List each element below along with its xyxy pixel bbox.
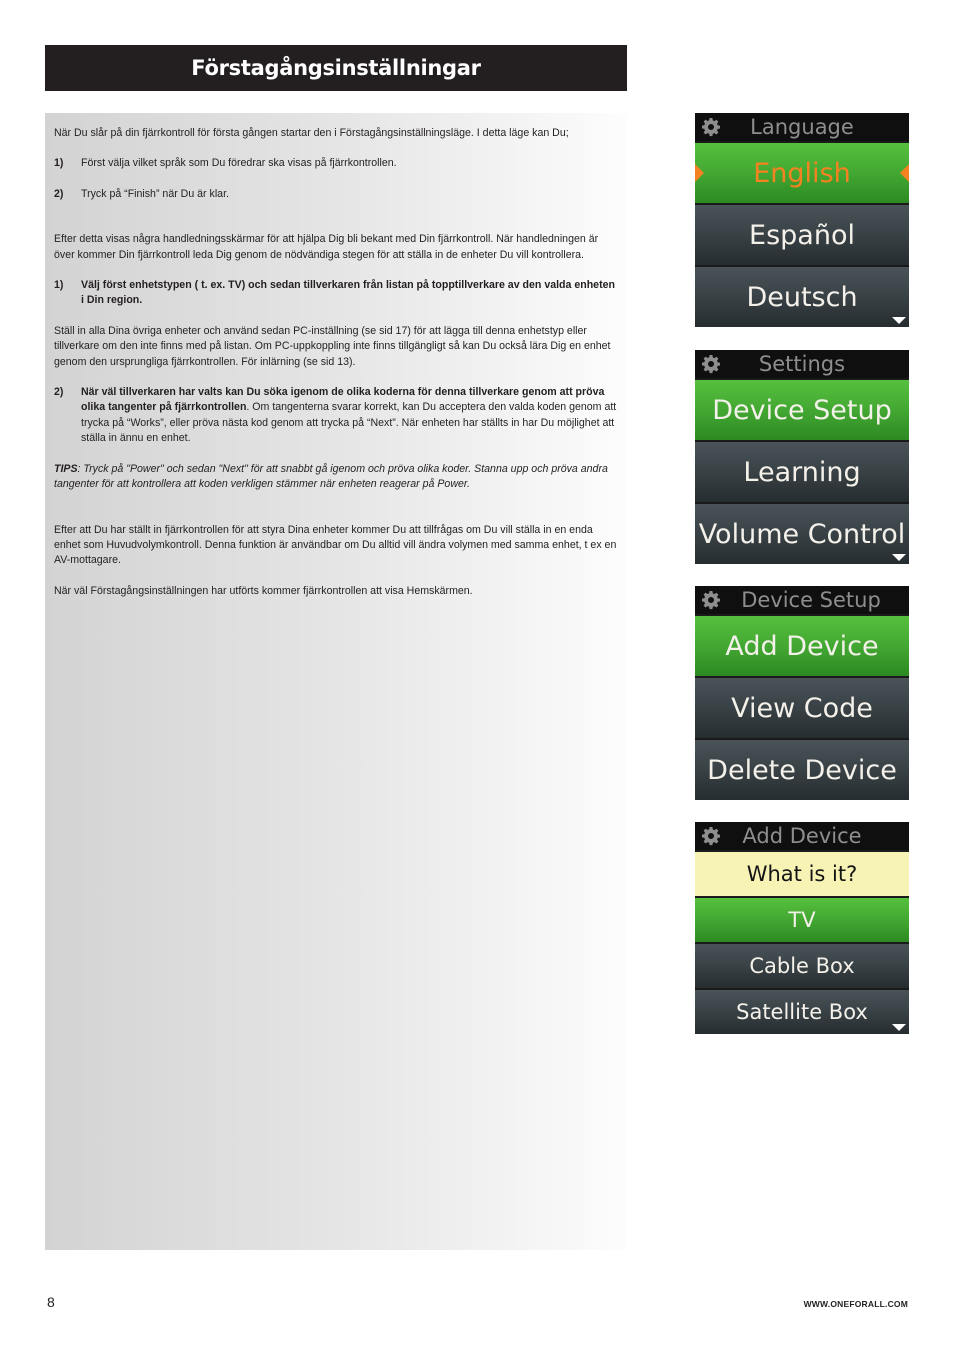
tips-label: TIPS: [54, 462, 78, 475]
menu-item-add-device[interactable]: Add Device: [695, 614, 909, 676]
screen-header: Language: [695, 113, 909, 141]
prompt-what-is-it: What is it?: [695, 850, 909, 896]
volume-paragraph: Efter att Du har ställt in fjärrkontroll…: [54, 523, 617, 567]
menu-item-label: View Code: [731, 692, 873, 724]
screen-header: Settings: [695, 350, 909, 378]
step-item: 1) Välj först enhetstypen ( t. ex. TV) o…: [54, 278, 620, 309]
menu-item-label: Volume Control: [698, 518, 906, 550]
screen-add-device: Add Device What is it? TV Cable Box Sate…: [695, 822, 909, 1034]
tips-paragraph: TIPS: Tryck på "Power" och sedan "Next" …: [54, 462, 620, 493]
menu-item-label: Learning: [743, 456, 861, 488]
selection-left-arrow-icon: [695, 164, 704, 182]
menu-item-label: Satellite Box: [736, 1000, 868, 1024]
menu-item-english[interactable]: English: [695, 141, 909, 203]
menu-item-cable-box[interactable]: Cable Box: [695, 942, 909, 988]
step-text: När väl tillverkaren har valts kan Du sö…: [81, 385, 620, 447]
menu-item-satellite-box[interactable]: Satellite Box: [695, 988, 909, 1034]
finish-paragraph: När väl Förstagångsinställningen har utf…: [54, 584, 473, 597]
screen-header: Add Device: [695, 822, 909, 850]
screen-title: Settings: [758, 352, 846, 376]
step-item: 2) När väl tillverkaren har valts kan Du…: [54, 385, 620, 447]
website-url: WWW.ONEFORALL.COM: [803, 1299, 908, 1309]
scroll-down-icon[interactable]: [892, 1024, 906, 1031]
menu-item-label: Cable Box: [749, 954, 855, 978]
menu-item-label: TV: [788, 908, 816, 932]
tutorial-paragraph: Efter detta visas några handledningsskär…: [54, 233, 599, 261]
gear-icon: [702, 355, 720, 374]
screen-title: Language: [750, 115, 854, 139]
gear-icon: [702, 827, 720, 846]
menu-item-label: Deutsch: [746, 281, 858, 313]
selection-right-arrow-icon: [900, 164, 909, 182]
step-number: 1): [54, 279, 64, 292]
step-text: Tryck på “Finish” när Du är klar.: [81, 187, 229, 200]
menu-item-device-setup[interactable]: Device Setup: [695, 378, 909, 440]
page-title: Förstagångsinställningar: [191, 56, 481, 80]
menu-item-espanol[interactable]: Español: [695, 203, 909, 265]
step-number: 2): [54, 187, 64, 200]
step-text: Först välja vilket språk som Du föredrar…: [81, 157, 397, 170]
screen-header: Device Setup: [695, 586, 909, 614]
menu-item-label: Español: [749, 219, 855, 251]
menu-item-delete-device[interactable]: Delete Device: [695, 738, 909, 800]
scroll-down-icon[interactable]: [892, 317, 906, 324]
intro-paragraph: När Du slår på din fjärrkontroll för för…: [54, 127, 569, 139]
step-number: 2): [54, 386, 64, 399]
pc-setup-paragraph: Ställ in alla Dina övriga enheter och an…: [54, 324, 611, 368]
menu-item-label: Delete Device: [707, 754, 897, 786]
screen-title: Add Device: [742, 824, 862, 848]
step-item: 1) Först välja vilket språk som Du föred…: [54, 156, 620, 171]
menu-item-volume-control[interactable]: Volume Control: [695, 502, 909, 564]
screen-device-setup: Device Setup Add Device View Code Delete…: [695, 586, 909, 800]
page-number: 8: [47, 1294, 55, 1310]
menu-item-label: Add Device: [725, 630, 879, 662]
screen-settings: Settings Device Setup Learning Volume Co…: [695, 350, 909, 564]
scroll-down-icon[interactable]: [892, 554, 906, 561]
menu-item-deutsch[interactable]: Deutsch: [695, 265, 909, 327]
gear-icon: [702, 591, 720, 610]
page-title-bar: Förstagångsinställningar: [45, 45, 627, 91]
tips-text: : Tryck på "Power" och sedan "Next" för …: [54, 462, 608, 491]
menu-item-learning[interactable]: Learning: [695, 440, 909, 502]
gear-icon: [702, 118, 720, 137]
step-number: 1): [54, 157, 64, 170]
menu-item-tv[interactable]: TV: [695, 896, 909, 942]
step-item: 2) Tryck på “Finish” när Du är klar.: [54, 187, 620, 202]
instructions-content: När Du slår på din fjärrkontroll för för…: [54, 126, 620, 599]
menu-item-label: English: [753, 157, 851, 189]
screen-title: Device Setup: [741, 588, 881, 612]
menu-item-label: Device Setup: [712, 394, 892, 426]
screen-language: Language English Español Deutsch: [695, 113, 909, 327]
step-text: Välj först enhetstypen ( t. ex. TV) och …: [81, 279, 615, 307]
menu-item-view-code[interactable]: View Code: [695, 676, 909, 738]
prompt-label: What is it?: [746, 862, 858, 886]
